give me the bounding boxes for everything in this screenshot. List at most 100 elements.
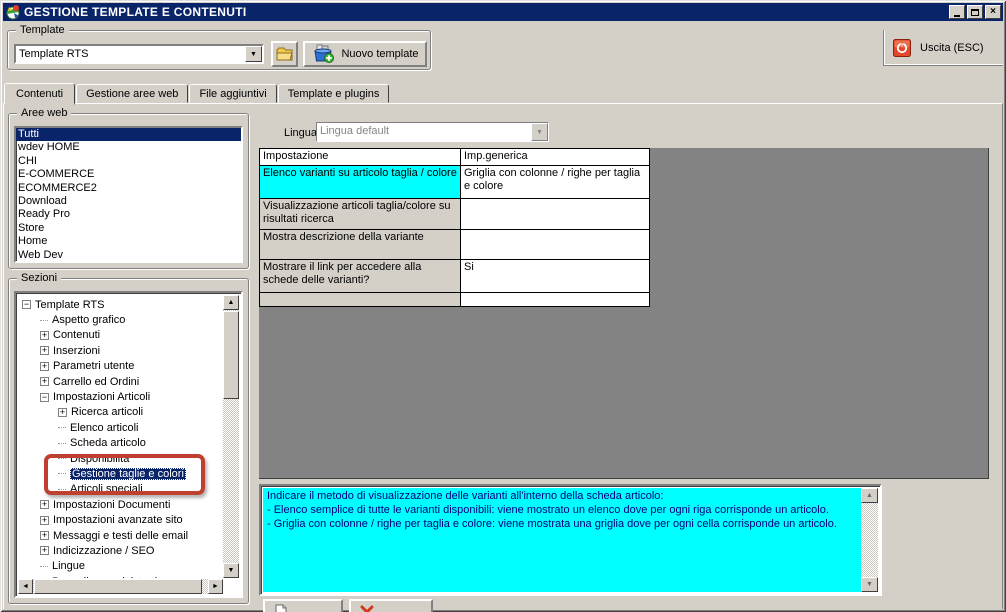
tree-item[interactable]: Scheda articolo [18,436,223,451]
setting-name-cell[interactable] [260,293,461,306]
template-select-value: Template RTS [16,46,245,62]
tree-item[interactable]: Elenco articoli [18,420,223,435]
exit-panel: Uscita (ESC) [883,30,1003,66]
settings-table-row[interactable]: Mostra descrizione della variante [260,230,649,260]
list-item[interactable]: CHI [16,155,241,168]
setting-value-cell[interactable]: Si [461,260,649,293]
maximize-button[interactable] [967,5,983,19]
tree-leaf-connector [58,488,66,490]
expand-icon[interactable]: + [58,407,67,417]
window-title: GESTIONE TEMPLATE E CONTENUTI [24,5,247,19]
expand-icon[interactable]: + [40,330,49,340]
tree-item[interactable]: Disponibilità [18,451,223,466]
lingua-select: Lingua default ▼ [316,122,549,142]
list-item[interactable]: E-COMMERCE [16,168,241,181]
info-vertical-scrollbar[interactable]: ▲ ▼ [861,488,878,592]
settings-table-row[interactable] [260,293,649,306]
tree-item[interactable]: + Contenuti [18,328,223,343]
scroll-right-button[interactable]: ► [208,579,223,594]
scroll-track[interactable] [861,503,878,577]
tree-item[interactable]: + Ricerca articoli [18,405,223,420]
template-select-dropdown-button[interactable]: ▼ [245,46,262,62]
list-item[interactable]: Store [16,222,241,235]
tree-item[interactable]: Aspetto grafico [18,312,223,327]
list-item[interactable]: wdev HOME [16,141,241,154]
tree-item[interactable]: − Template RTS [18,297,223,312]
settings-table-row[interactable]: Mostrare il link per accedere alla sched… [260,260,649,293]
list-item[interactable]: Download [16,195,241,208]
setting-value-cell[interactable] [461,230,649,260]
setting-name-cell[interactable]: Elenco varianti su articolo taglia / col… [260,166,461,199]
scroll-down-button[interactable]: ▼ [861,577,878,592]
tab-template-e-plugins[interactable]: Template e plugins [277,84,390,103]
expand-icon[interactable]: + [40,361,49,371]
expand-icon[interactable]: + [40,500,49,510]
tree-item[interactable]: + Parametri utente [18,359,223,374]
tree-item-label: Ricerca articoli [71,406,144,419]
tree-item[interactable]: Lingue [18,559,223,574]
open-template-folder-button[interactable] [271,41,298,67]
scroll-down-button[interactable]: ▼ [223,563,239,578]
info-text: Indicare il metodo di visualizzazione de… [263,488,861,592]
setting-name-cell[interactable]: Mostra descrizione della variante [260,230,461,260]
tree-item[interactable]: Pannello amministrativo [18,574,223,578]
expand-icon[interactable]: + [40,531,49,541]
bottom-left-partial-button[interactable] [263,599,343,612]
new-template-button[interactable]: Nuovo template [303,41,427,67]
settings-table-row[interactable]: Elenco varianti su articolo taglia / col… [260,166,649,199]
list-item[interactable]: Web Dev [16,249,241,261]
tree-item[interactable]: + Indicizzazione / SEO [18,543,223,558]
template-group-label: Template [16,24,69,36]
tree-vertical-scrollbar[interactable]: ▲ ▼ [223,295,239,578]
setting-value-cell[interactable] [461,293,649,306]
sezioni-tree-content: − Template RTS Aspetto grafico + Contenu… [18,295,223,578]
list-item[interactable]: Ready Pro [16,208,241,221]
minimize-button[interactable] [949,5,965,19]
collapse-icon[interactable]: − [22,300,31,310]
arrow-right-icon: ► [212,583,219,590]
template-select[interactable]: Template RTS ▼ [14,44,264,64]
tree-item[interactable]: + Inserzioni [18,343,223,358]
setting-value-cell[interactable]: Griglia con colonne / righe per taglia e… [461,166,649,199]
collapse-icon[interactable]: − [40,392,49,402]
tab-contenuti[interactable]: Contenuti [4,83,76,105]
expand-icon[interactable]: + [40,515,49,525]
list-item[interactable]: Tutti [16,128,241,142]
tree-item[interactable]: + Carrello ed Ordini [18,374,223,389]
close-button[interactable]: × [985,5,1001,19]
tree-item-label: Impostazioni Documenti [53,498,171,511]
tree-horizontal-scrollbar[interactable]: ◄ ► [18,579,223,594]
scroll-thumb[interactable] [34,579,202,594]
minimize-icon [954,14,960,17]
exit-button-label: Uscita (ESC) [920,41,984,54]
tree-item[interactable]: + Impostazioni Documenti [18,497,223,512]
tree-item-label: Indicizzazione / SEO [53,544,155,557]
tree-item[interactable]: + Messaggi e testi delle email [18,528,223,543]
list-item[interactable]: Home [16,235,241,248]
expand-icon[interactable]: + [40,346,49,356]
tree-item[interactable]: Gestione taglie e colori [18,466,223,481]
tree-leaf-connector [40,565,48,567]
expand-icon[interactable]: + [40,377,49,387]
arrow-left-icon: ◄ [22,583,29,590]
tree-item[interactable]: + Impostazioni avanzate sito [18,512,223,527]
tree-item[interactable]: − Impostazioni Articoli [18,389,223,404]
scroll-up-button[interactable]: ▲ [861,488,878,503]
scroll-left-button[interactable]: ◄ [18,579,33,594]
setting-value-cell[interactable] [461,199,649,230]
tree-item-label: Lingue [52,560,86,573]
setting-name-cell[interactable]: Mostrare il link per accedere alla sched… [260,260,461,293]
scroll-thumb[interactable] [223,311,239,399]
setting-name-cell[interactable]: Visualizzazione articoli taglia/colore s… [260,199,461,230]
tab-gestione-aree-web[interactable]: Gestione aree web [76,84,189,103]
tree-item[interactable]: Articoli speciali [18,482,223,497]
template-groupbox: Template Template RTS ▼ Nuovo template [7,24,431,70]
scroll-up-button[interactable]: ▲ [223,295,239,310]
settings-table-row[interactable]: Visualizzazione articoli taglia/colore s… [260,199,649,230]
tab-file-aggiuntivi[interactable]: File aggiuntivi [189,84,277,103]
list-item[interactable]: ECOMMERCE2 [16,182,241,195]
aree-web-listbox[interactable]: Tutti wdev HOME CHI E-COMMERCE ECOMMERCE2 Dow… [14,126,243,263]
exit-button[interactable]: Uscita (ESC) [888,33,1000,62]
bottom-right-partial-button[interactable] [349,599,433,612]
expand-icon[interactable]: + [40,546,49,556]
